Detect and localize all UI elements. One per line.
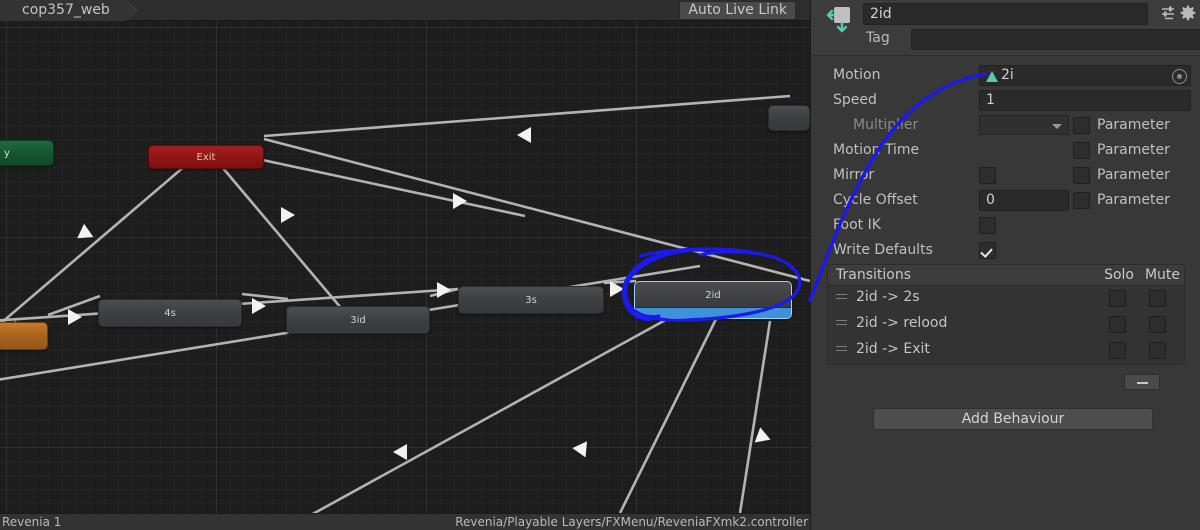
property-row-cycle-offset: Cycle Offset 0 Parameter (811, 189, 1200, 214)
state-node-label: 3s (525, 294, 537, 306)
write-defaults-checkbox[interactable] (979, 242, 996, 259)
blend-tree-icon (986, 71, 998, 82)
transition-mute-checkbox[interactable] (1149, 342, 1166, 359)
state-node-3id[interactable]: 3id (286, 306, 430, 334)
state-node-exit[interactable]: Exit (148, 145, 264, 169)
transition-solo-checkbox[interactable] (1109, 290, 1126, 307)
cycle-offset-label: Cycle Offset (833, 192, 918, 208)
cycle-offset-parameter-checkbox[interactable] (1073, 192, 1090, 209)
animator-graph-pane[interactable]: cop357_web Auto Live Link Revenia 1 Reve… (0, 0, 810, 530)
transition-row[interactable]: 2id -> 2s (828, 286, 1184, 312)
auto-live-link-button[interactable]: Auto Live Link (679, 1, 796, 20)
drag-handle-icon[interactable] (836, 346, 847, 353)
motion-value: 2i (1001, 67, 1014, 83)
mirror-label: Mirror (833, 167, 875, 183)
state-name-input[interactable]: 2id (863, 3, 1148, 25)
preset-icon[interactable] (1160, 5, 1176, 21)
state-node-label: 3id (350, 314, 366, 326)
status-layer-name: Revenia 1 (2, 515, 62, 529)
motion-time-label: Motion Time (833, 142, 920, 158)
add-behaviour-button[interactable]: Add Behaviour (873, 408, 1153, 430)
property-row-motion: Motion 2i (811, 64, 1200, 89)
motion-time-parameter-label: Parameter (1097, 142, 1170, 158)
mirror-parameter-label: Parameter (1097, 167, 1170, 183)
state-node-entry[interactable] (0, 322, 48, 350)
property-row-motion-time: Motion Time Parameter (811, 139, 1200, 164)
chevron-down-icon (1052, 124, 1062, 129)
state-node-4s[interactable]: 4s (98, 299, 242, 327)
multiplier-dropdown[interactable] (979, 115, 1069, 135)
drag-handle-icon[interactable] (836, 294, 847, 301)
motion-time-parameter-checkbox[interactable] (1073, 142, 1090, 159)
motion-object-field[interactable]: 2i (979, 65, 1191, 86)
property-row-mirror: Mirror Parameter (811, 164, 1200, 189)
state-node-label: 4s (164, 307, 176, 319)
gear-icon[interactable] (1180, 5, 1196, 21)
transition-mute-checkbox[interactable] (1149, 316, 1166, 333)
transition-name: 2id -> relood (856, 315, 948, 331)
state-node-label: y (4, 147, 10, 159)
transition-row[interactable]: 2id -> relood (828, 312, 1184, 338)
property-row-speed: Speed 1 (811, 89, 1200, 114)
transitions-title: Transitions (836, 267, 911, 283)
property-row-foot-ik: Foot IK (811, 214, 1200, 239)
transition-name: 2id -> 2s (856, 289, 920, 305)
state-playback-bar (635, 307, 791, 318)
motion-label: Motion (833, 67, 881, 83)
remove-transition-button[interactable] (1124, 374, 1160, 390)
write-defaults-label: Write Defaults (833, 242, 933, 258)
state-node-2id[interactable]: 2id (634, 281, 792, 319)
status-controller-path: Revenia/Playable Layers/FXMenu/ReveniaFX… (455, 515, 808, 529)
cycle-offset-parameter-label: Parameter (1097, 192, 1170, 208)
property-row-multiplier: Multiplier Parameter (811, 114, 1200, 139)
transition-edges-layer (0, 94, 810, 513)
breadcrumb-item-controller[interactable]: cop357_web (0, 0, 137, 21)
state-node-label: Exit (196, 151, 216, 163)
multiplier-parameter-checkbox[interactable] (1073, 117, 1090, 134)
foot-ik-label: Foot IK (833, 217, 881, 233)
breadcrumb-label: cop357_web (22, 2, 110, 18)
state-properties: Motion 2i Speed 1 Multiplier Parameter M… (811, 64, 1200, 264)
object-picker-icon[interactable] (1172, 69, 1187, 84)
drag-handle-icon[interactable] (836, 320, 847, 327)
tag-label: Tag (866, 30, 890, 46)
speed-input[interactable]: 1 (979, 90, 1191, 111)
cycle-offset-input[interactable]: 0 (979, 190, 1069, 211)
transition-solo-checkbox[interactable] (1109, 316, 1126, 333)
transition-solo-checkbox[interactable] (1109, 342, 1126, 359)
tag-input[interactable] (911, 29, 1200, 50)
multiplier-label: Multiplier (853, 117, 919, 133)
property-row-write-defaults: Write Defaults (811, 239, 1200, 264)
inspector-header: 2id Tag (811, 0, 1200, 56)
multiplier-parameter-label: Parameter (1097, 117, 1170, 133)
graph-toolbar: cop357_web Auto Live Link (0, 0, 810, 21)
state-node-label: 2id (705, 289, 721, 301)
state-node-any-state[interactable]: y (0, 140, 54, 166)
transition-row[interactable]: 2id -> Exit (828, 338, 1184, 364)
transitions-solo-header: Solo (1104, 267, 1134, 283)
foot-ik-checkbox[interactable] (979, 217, 996, 234)
mirror-checkbox[interactable] (979, 167, 996, 184)
transition-mute-checkbox[interactable] (1149, 290, 1166, 307)
transitions-list[interactable]: 2id -> 2s 2id -> relood 2id -> Exit (827, 285, 1185, 365)
speed-label: Speed (833, 92, 877, 108)
transition-name: 2id -> Exit (856, 341, 930, 357)
transitions-header: Transitions Solo Mute (827, 264, 1185, 285)
inspector-pane[interactable]: 2id Tag Motion 2i Speed 1 Multiplier Par… (810, 0, 1200, 530)
animator-state-icon (826, 7, 850, 33)
state-node-unnamed-top-right[interactable] (768, 105, 810, 131)
transitions-mute-header: Mute (1144, 267, 1180, 283)
graph-status-bar: Revenia 1 Revenia/Playable Layers/FXMenu… (0, 513, 810, 530)
state-node-3s[interactable]: 3s (458, 286, 604, 314)
mirror-parameter-checkbox[interactable] (1073, 167, 1090, 184)
